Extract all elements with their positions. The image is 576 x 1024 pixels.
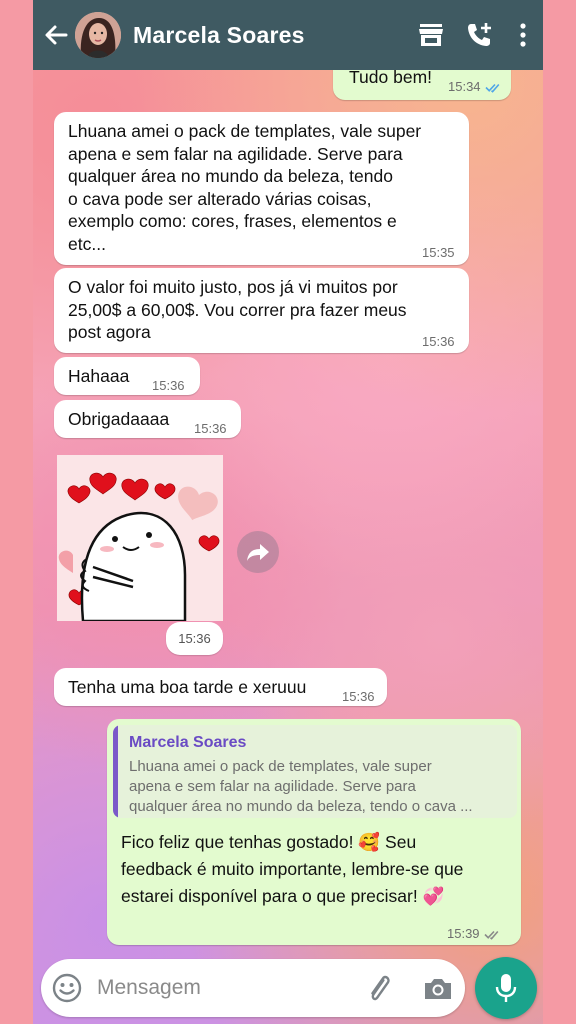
message-text: O valor foi muito justo, pos já vi muito… [68, 277, 407, 342]
message-text: Hahaaa [68, 366, 130, 386]
contact-avatar[interactable] [75, 12, 121, 58]
message-meta: 15:34 [448, 76, 504, 99]
camera-icon[interactable] [421, 972, 455, 1006]
quote-bar [113, 725, 118, 818]
quote-text: Lhuana amei o pack de templates, vale su… [129, 758, 473, 815]
delivered-ticks-icon [483, 928, 503, 940]
message-bubble-incoming[interactable]: O valor foi muito justo, pos já vi muito… [54, 268, 469, 353]
smiling-hearts-emoji-icon: 🥰 [358, 832, 381, 852]
revolving-hearts-emoji-icon: 💞 [422, 886, 445, 906]
quote-author: Marcela Soares [129, 734, 247, 751]
message-text: Lhuana amei o pack de templates, vale su… [68, 121, 422, 254]
message-time: 15:34 [448, 79, 481, 94]
message-time: 15:36 [152, 378, 185, 393]
message-time: 15:36 [194, 421, 227, 436]
catalog-store-icon[interactable] [407, 0, 455, 70]
microphone-icon [495, 974, 517, 1002]
message-time: 15:39 [447, 926, 480, 941]
back-arrow-icon[interactable] [37, 0, 75, 70]
message-composer [41, 959, 465, 1017]
quoted-message[interactable]: Marcela Soares Lhuana amei o pack de tem… [113, 725, 517, 818]
message-meta: 15:39 [447, 923, 503, 946]
message-bubble-incoming[interactable]: Lhuana amei o pack de templates, vale su… [54, 112, 469, 265]
sticker-time: 15:36 [166, 622, 223, 655]
message-bubble-incoming[interactable]: Tenha uma boa tarde e xeruuu 15:36 [54, 668, 387, 706]
add-call-icon[interactable] [455, 0, 503, 70]
sticker-flork-hearts-icon [57, 455, 223, 623]
message-bubble-incoming[interactable]: Hahaaa 15:36 [54, 357, 200, 395]
message-text: Tenha uma boa tarde e xeruuu [68, 677, 307, 697]
contact-name[interactable]: Marcela Soares [133, 22, 407, 49]
message-bubble-incoming[interactable]: Obrigadaaaa 15:36 [54, 400, 241, 438]
message-time: 15:36 [422, 334, 455, 349]
sticker-image[interactable] [57, 455, 223, 623]
message-input[interactable] [97, 973, 337, 1003]
message-time: 15:36 [342, 689, 375, 704]
forward-arrow-icon [247, 544, 269, 561]
message-time: 15:35 [422, 245, 455, 260]
more-options-icon[interactable] [503, 0, 543, 70]
paperclip-icon[interactable] [363, 973, 397, 1007]
mic-button[interactable] [475, 957, 537, 1019]
chat-header: Marcela Soares [33, 0, 543, 70]
read-ticks-icon [484, 81, 504, 93]
message-text: Fico feliz que tenhas gostado! 🥰 Seu fee… [121, 832, 464, 906]
forward-button[interactable] [237, 531, 279, 573]
message-text: Obrigadaaaa [68, 409, 170, 429]
emoji-icon[interactable] [51, 972, 83, 1004]
